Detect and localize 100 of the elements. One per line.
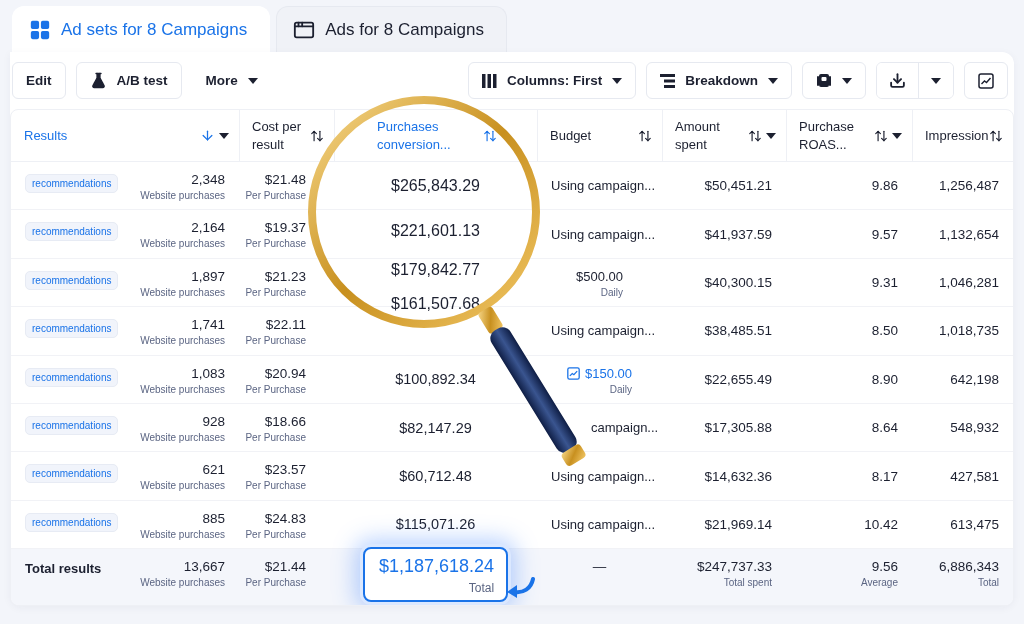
column-header[interactable]: Results (11, 110, 239, 161)
purchases-value: $265,843.29 (391, 176, 480, 195)
recommendations-tag[interactable]: recommendations (25, 512, 119, 532)
sort-icon (310, 128, 324, 143)
cost-label: Per Purchase (245, 528, 306, 540)
impressions-value: 613,475 (950, 516, 999, 532)
amount-value: $247,737.33 (696, 559, 772, 575)
results-label: Website purchases (140, 431, 225, 443)
purchases-value: $179,842.77 (391, 261, 480, 280)
impressions-value: 642,198 (950, 371, 999, 387)
column-header[interactable]: Amount spent (662, 110, 786, 161)
column-header[interactable]: Purchases conversion... (334, 110, 537, 161)
total-callout: $1,187,618.24 Total (362, 546, 509, 602)
sort-down-icon (200, 128, 215, 143)
caret-icon (768, 77, 778, 84)
roas-value: 9.56 (871, 559, 898, 575)
tab[interactable]: Ads for 8 Campaigns (276, 6, 507, 52)
amount-value: $14,632.36 (704, 468, 772, 484)
caret-icon (247, 77, 258, 84)
sort-icon (483, 128, 497, 143)
caret-icon (612, 77, 623, 84)
grid-icon (29, 18, 51, 41)
chart-button[interactable] (964, 62, 1008, 99)
impressions-value: 1,018,735 (938, 323, 999, 339)
roas-value: 9.86 (871, 178, 898, 194)
toolbar-button[interactable]: A/B test (75, 62, 182, 99)
budget-amount: $500.00 (576, 268, 623, 284)
tab[interactable]: Ad sets for 8 Campaigns (12, 6, 271, 52)
column-header[interactable]: Impression (912, 110, 1013, 161)
dropdown-button[interactable]: Columns: First (467, 62, 637, 99)
budget-text: Using campaign... (551, 226, 656, 242)
amount-value: $40,300.15 (704, 274, 772, 290)
cost-label: Per Purchase (245, 238, 306, 250)
impressions-value: 1,256,487 (938, 178, 999, 194)
roas-value: 10.42 (864, 516, 898, 532)
results-label: Website purchases (140, 480, 225, 492)
cards-icon (816, 72, 832, 89)
toolbar-button[interactable]: Edit (12, 62, 66, 99)
impressions-value: 548,932 (950, 420, 999, 436)
download-icon (889, 72, 906, 89)
results-label: Website purchases (140, 238, 225, 250)
impressions-label: Total (977, 577, 999, 589)
caret-icon (931, 77, 941, 84)
sort-icon (989, 128, 1003, 143)
roas-value: 8.90 (871, 371, 898, 387)
budget-total: — (592, 559, 607, 575)
cost-label: Per Purchase (245, 335, 306, 347)
dropdown-button[interactable]: Breakdown (646, 62, 792, 99)
cost-value: $22.11 (265, 317, 306, 333)
recommendations-tag[interactable]: recommendations (25, 367, 119, 387)
amount-value: $21,969.14 (704, 516, 772, 532)
flask-icon (89, 72, 107, 89)
results-value: 928 (202, 413, 225, 429)
cost-label: Per Purchase (245, 190, 306, 201)
download-split-button[interactable] (876, 62, 954, 99)
purchases-value: $100,892.34 (395, 371, 476, 388)
amount-value: $38,485.51 (704, 323, 772, 339)
column-header[interactable]: Cost per result (239, 110, 334, 161)
amount-value: $50,451.21 (704, 178, 772, 194)
results-label: Website purchases (140, 528, 225, 540)
results-value: 2,348 (191, 172, 225, 187)
roas-value: 8.50 (871, 323, 898, 339)
recommendations-tag[interactable]: recommendations (25, 174, 119, 193)
roas-value: 9.31 (871, 274, 898, 290)
cost-label: Per Purchase (245, 286, 306, 298)
budget-text: Using campaign... (551, 323, 656, 339)
cost-label: Per Purchase (245, 431, 306, 443)
caret-icon (219, 132, 229, 139)
dropdown-button[interactable] (802, 62, 866, 99)
cost-value: $19.37 (264, 220, 306, 236)
roas-value: 9.57 (871, 226, 898, 242)
caret-icon (842, 77, 852, 84)
budget-text: campaign... (591, 420, 659, 436)
breakdown-icon (660, 73, 676, 88)
roas-label: Average (860, 577, 898, 589)
line-chart-icon (978, 72, 994, 89)
budget-period: Daily (600, 286, 623, 298)
columns-icon (481, 73, 497, 88)
roas-value: 8.17 (871, 468, 898, 484)
recommendations-tag[interactable]: recommendations (25, 222, 119, 242)
amount-value: $17,305.88 (704, 420, 772, 436)
results-value: 1,897 (191, 268, 225, 284)
recommendations-tag[interactable]: recommendations (25, 464, 119, 484)
purchases-value: $60,712.48 (399, 468, 472, 485)
results-value: 13,667 (183, 559, 225, 575)
column-header[interactable]: Purchase ROAS... (786, 110, 912, 161)
recommendations-tag[interactable]: recommendations (25, 270, 119, 290)
impressions-value: 1,132,654 (938, 226, 999, 242)
column-header[interactable]: Budget (537, 110, 662, 161)
results-value: 1,741 (191, 317, 225, 333)
recommendations-tag[interactable]: recommendations (25, 415, 119, 435)
line-chart-icon (567, 366, 580, 380)
cost-value: $21.44 (264, 559, 306, 575)
cost-value: $21.23 (264, 268, 306, 284)
cost-label: Per Purchase (245, 383, 306, 395)
recommendations-tag[interactable]: recommendations (25, 319, 119, 339)
results-label: Website purchases (140, 335, 225, 347)
total-label: Total results (25, 561, 102, 577)
impressions-value: 6,886,343 (938, 559, 999, 575)
results-value: 885 (202, 510, 225, 526)
